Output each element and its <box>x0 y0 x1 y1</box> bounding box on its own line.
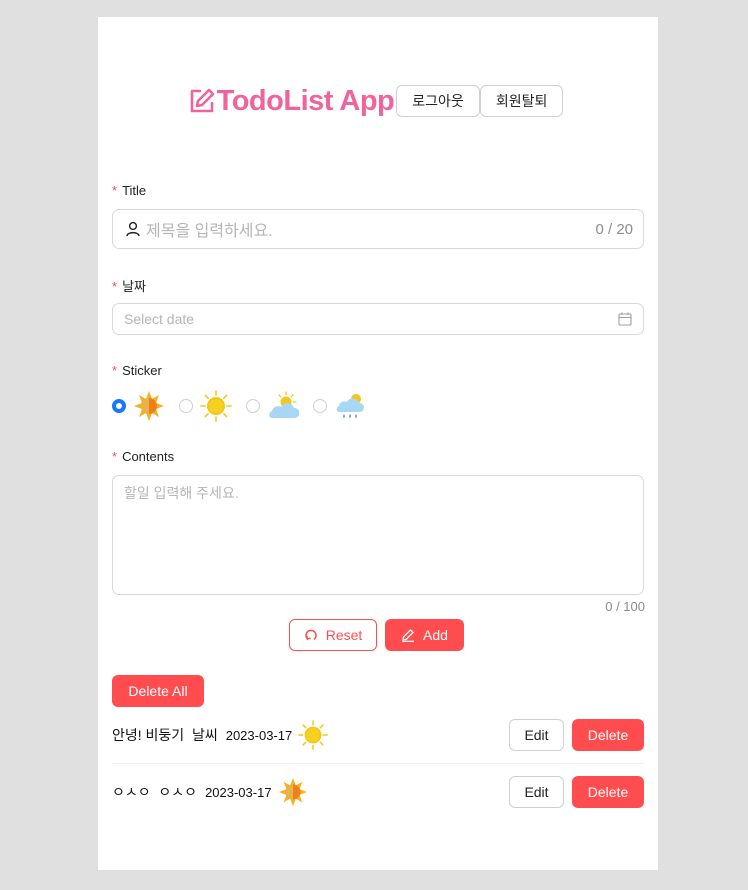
sticker-radio-2[interactable] <box>179 399 193 413</box>
title-counter: 0 / 20 <box>595 220 633 238</box>
required-mark: * <box>112 183 118 198</box>
partly-cloudy-icon <box>269 391 299 418</box>
delete-button[interactable]: Delete <box>572 776 644 808</box>
reload-icon <box>304 629 317 640</box>
todo-card: TodoList App 로그아웃 회원탈퇴 * Title 제목을 입력하세요.… <box>98 17 658 870</box>
title-input[interactable]: 제목을 입력하세요. 0 / 20 <box>112 209 644 249</box>
date-label: * 날짜 <box>112 276 146 295</box>
date-label-text: 날짜 <box>122 279 146 294</box>
calendar-icon <box>618 312 632 326</box>
sunny-face-icon <box>134 391 164 421</box>
pen-icon <box>402 629 415 642</box>
user-icon <box>126 221 140 237</box>
add-button[interactable]: Add <box>385 619 464 651</box>
sticker-label-text: Sticker <box>122 363 162 378</box>
app-title: TodoList App <box>216 84 395 117</box>
required-mark: * <box>112 363 118 378</box>
todo-date: 2023-03-17 <box>225 727 293 743</box>
date-placeholder: Select date <box>124 311 195 327</box>
delete-all-button[interactable]: Delete All <box>112 675 204 707</box>
contents-counter: 0 / 100 <box>605 599 645 614</box>
todo-text: ㅇㅅㅇ ㅇㅅㅇ <box>112 784 198 800</box>
edit-square-icon <box>190 88 214 113</box>
required-mark: * <box>112 449 118 464</box>
todo-text: 안녕! 비둥기 날씨 <box>112 727 218 743</box>
sun-icon <box>200 390 232 422</box>
logout-button[interactable]: 로그아웃 <box>396 85 480 117</box>
list-divider <box>112 763 644 764</box>
title-label-text: Title <box>122 183 147 198</box>
sticker-label: * Sticker <box>112 363 162 378</box>
required-mark: * <box>112 279 118 294</box>
todo-date: 2023-03-17 <box>205 784 272 800</box>
title-label: * Title <box>112 183 146 198</box>
sticker-radio-3[interactable] <box>246 399 260 413</box>
reset-label: Reset <box>325 627 363 643</box>
contents-textarea[interactable]: 할일 입력해 주세요. <box>112 475 644 595</box>
sun-icon <box>298 720 329 750</box>
sticker-radio-4[interactable] <box>313 399 327 413</box>
edit-button[interactable]: Edit <box>509 719 564 751</box>
date-picker[interactable]: Select date <box>112 303 644 335</box>
withdraw-button[interactable]: 회원탈퇴 <box>479 85 564 117</box>
add-label: Add <box>423 627 448 643</box>
delete-button[interactable]: Delete <box>572 719 644 751</box>
title-placeholder: 제목을 입력하세요. <box>146 223 273 240</box>
todo-item: ㅇㅅㅇ ㅇㅅㅇ 2023-03-17 Edit Delete <box>112 776 644 808</box>
contents-label: * Contents <box>112 449 174 464</box>
app-header: TodoList App 로그아웃 회원탈퇴 <box>98 81 658 121</box>
edit-button[interactable]: Edit <box>509 776 564 808</box>
todo-item: 안녕! 비둥기 날씨 2023-03-17 Edit Delete <box>112 719 644 751</box>
reset-button[interactable]: Reset <box>289 619 377 651</box>
contents-placeholder: 할일 입력해 주세요. <box>124 485 239 501</box>
sticker-radio-1[interactable] <box>112 399 126 413</box>
sticker-radio-group <box>112 390 380 422</box>
contents-label-text: Contents <box>122 449 175 464</box>
rain-cloud-icon <box>336 394 365 418</box>
sunny-face-icon <box>278 777 307 807</box>
